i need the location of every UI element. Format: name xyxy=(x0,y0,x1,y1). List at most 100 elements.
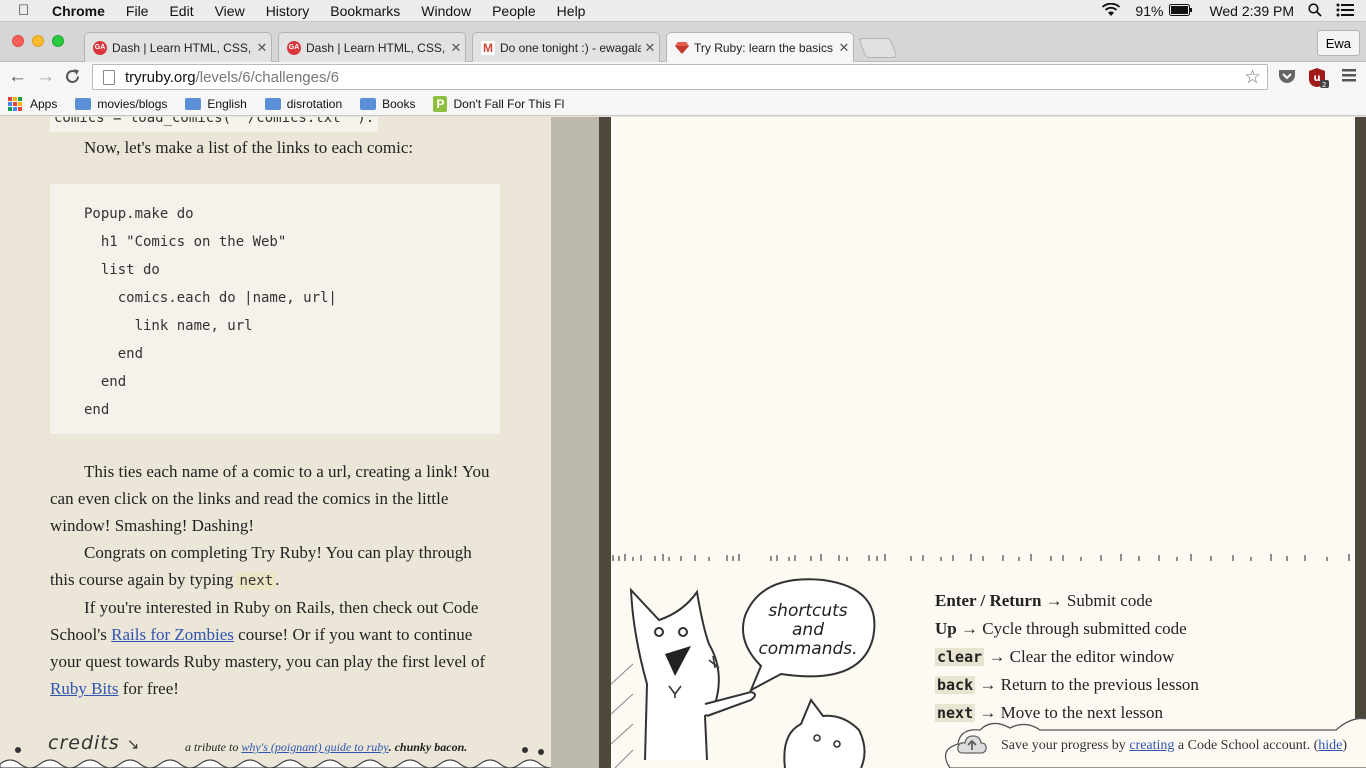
clock[interactable]: Wed 2:39 PM xyxy=(1209,3,1294,19)
page-content: comics = load_comics( '/comics.txt' ). N… xyxy=(0,117,1366,768)
tab-title: Do one tonight :) - ewagala xyxy=(500,40,641,55)
bookmark-label: disrotation xyxy=(286,96,343,111)
menu-help[interactable]: Help xyxy=(557,3,586,19)
new-tab-button[interactable] xyxy=(858,38,898,58)
shortcut-key: Enter / Return xyxy=(935,591,1042,610)
bookmark-star-icon[interactable]: ☆ xyxy=(1244,66,1261,89)
shortcut-item: back → Return to the previous lesson xyxy=(935,675,1199,694)
shortcut-desc: Clear the editor window xyxy=(1009,647,1175,666)
browser-tab[interactable]: GA Dash | Learn HTML, CSS, a ✕ xyxy=(84,32,272,62)
window-close-button[interactable] xyxy=(12,35,24,47)
tab-close-icon[interactable]: ✕ xyxy=(253,40,271,56)
folder-icon xyxy=(75,97,92,110)
forward-arrow-icon[interactable]: → xyxy=(36,66,55,88)
code-line: comics.each do |name, url| xyxy=(84,290,337,306)
shortcut-item: clear → Clear the editor window xyxy=(935,647,1175,666)
save-text-middle: a Code School account. ( xyxy=(1174,738,1319,753)
menu-history[interactable]: History xyxy=(266,3,310,19)
bookmark-folder[interactable]: disrotation xyxy=(264,96,343,111)
shortcut-desc: Cycle through submitted code xyxy=(982,619,1187,638)
battery-percent: 91% xyxy=(1135,3,1164,19)
pocket-extension-icon[interactable] xyxy=(1278,67,1296,86)
tab-title: Dash | Learn HTML, CSS, a xyxy=(306,40,447,55)
create-account-link[interactable]: creating xyxy=(1129,738,1174,754)
ublock-extension-icon[interactable]: u2 xyxy=(1308,67,1330,89)
profile-button[interactable]: Ewa xyxy=(1316,30,1360,56)
bookmark-link[interactable]: P Don't Fall For This Fl xyxy=(433,95,565,112)
cloud-upload-icon xyxy=(957,733,987,760)
shortcut-key: Up xyxy=(935,619,957,638)
lesson-intro: Now, let's make a list of the links to e… xyxy=(84,138,414,157)
spotlight-search-icon[interactable] xyxy=(1308,2,1322,20)
gmail-favicon-icon: M xyxy=(481,40,495,55)
menu-view[interactable]: View xyxy=(215,3,245,19)
grass-line xyxy=(612,554,1350,561)
folder-icon xyxy=(264,97,281,110)
menu-window[interactable]: Window xyxy=(421,3,471,19)
scalloped-border xyxy=(0,747,551,768)
page-icon xyxy=(103,69,115,85)
bookmark-label: Don't Fall For This Fl xyxy=(453,96,565,111)
url-path: /levels/6/challenges/6 xyxy=(195,68,340,86)
tab-title: Try Ruby: learn the basics o xyxy=(694,40,835,55)
lesson-paragraph-links: This ties each name of a comic to a url,… xyxy=(50,462,490,535)
back-arrow-icon[interactable]: ← xyxy=(8,66,27,88)
next-command-code: next xyxy=(237,573,276,589)
code-line: list do xyxy=(84,262,160,278)
shortcut-key: clear xyxy=(935,648,985,666)
hide-link[interactable]: hide xyxy=(1318,738,1342,754)
address-bar[interactable]: tryruby.org/levels/6/challenges/6 ☆ xyxy=(92,64,1268,90)
lesson-paragraph-congrats: Congrats on completing Try Ruby! You can… xyxy=(50,539,496,595)
apple-menu-icon[interactable]:  xyxy=(18,2,38,19)
bookmark-label: English xyxy=(207,96,247,111)
general-assembly-favicon-icon: GA xyxy=(93,40,107,55)
menu-file[interactable]: File xyxy=(126,3,149,19)
window-zoom-button[interactable] xyxy=(52,35,64,47)
ruby-gem-favicon-icon xyxy=(675,41,689,55)
panel-divider[interactable] xyxy=(551,117,599,768)
reload-icon[interactable] xyxy=(64,66,81,91)
folder-icon xyxy=(185,97,202,110)
pinterest-p-icon: P xyxy=(433,95,448,112)
window-minimize-button[interactable] xyxy=(32,35,44,47)
bookmark-label: Apps xyxy=(30,96,58,111)
menu-people[interactable]: People xyxy=(492,3,536,19)
browser-tab[interactable]: M Do one tonight :) - ewagala ✕ xyxy=(472,32,660,62)
browser-tab[interactable]: GA Dash | Learn HTML, CSS, a ✕ xyxy=(278,32,466,62)
code-line: end xyxy=(84,346,144,362)
creature-illustration: shortcuts and commands. xyxy=(611,578,876,768)
menu-bookmarks[interactable]: Bookmarks xyxy=(330,3,400,19)
congrats-end: . xyxy=(275,570,280,589)
code-line: end xyxy=(84,402,110,418)
battery-icon[interactable] xyxy=(1169,3,1193,19)
bookmark-label: movies/blogs xyxy=(97,96,168,111)
folder-icon xyxy=(360,97,377,110)
svg-text:2: 2 xyxy=(1322,81,1326,89)
tab-title: Dash | Learn HTML, CSS, a xyxy=(112,40,253,55)
mac-menu-bar:  Chrome File Edit View History Bookmark… xyxy=(0,0,1366,22)
shortcut-item: Up → Cycle through submitted code xyxy=(935,619,1187,638)
save-text-prefix: Save your progress by xyxy=(1001,738,1130,753)
tab-close-icon[interactable]: ✕ xyxy=(447,40,465,56)
browser-tab-active[interactable]: Try Ruby: learn the basics o ✕ xyxy=(666,32,854,62)
menu-edit[interactable]: Edit xyxy=(169,3,193,19)
bookmarks-bar: Apps movies/blogs English disrotation Bo… xyxy=(0,92,1366,116)
wifi-icon[interactable] xyxy=(1101,2,1121,20)
tab-close-icon[interactable]: ✕ xyxy=(641,40,659,56)
ruby-bits-link[interactable]: Ruby Bits xyxy=(50,679,119,698)
chrome-menu-icon[interactable] xyxy=(1342,67,1356,86)
notification-center-icon[interactable] xyxy=(1336,3,1354,20)
bookmark-apps[interactable]: Apps xyxy=(0,96,58,111)
lesson-paragraph-rails: If you're interested in Ruby on Rails, t… xyxy=(50,594,496,702)
bookmark-folder[interactable]: movies/blogs xyxy=(75,97,167,111)
menu-app-name[interactable]: Chrome xyxy=(52,3,105,19)
lesson-panel: comics = load_comics( '/comics.txt' ). N… xyxy=(0,117,551,768)
tab-close-icon[interactable]: ✕ xyxy=(835,40,853,56)
rails-text-c: for free! xyxy=(118,679,179,698)
svg-text:u: u xyxy=(1314,73,1321,84)
bookmark-folder[interactable]: English xyxy=(185,96,247,111)
rails-for-zombies-link[interactable]: Rails for Zombies xyxy=(111,625,234,644)
save-progress-bar: Save your progress by creating a Code Sc… xyxy=(945,724,1366,768)
bookmark-folder[interactable]: Books xyxy=(360,97,415,111)
apps-grid-icon xyxy=(8,96,22,111)
